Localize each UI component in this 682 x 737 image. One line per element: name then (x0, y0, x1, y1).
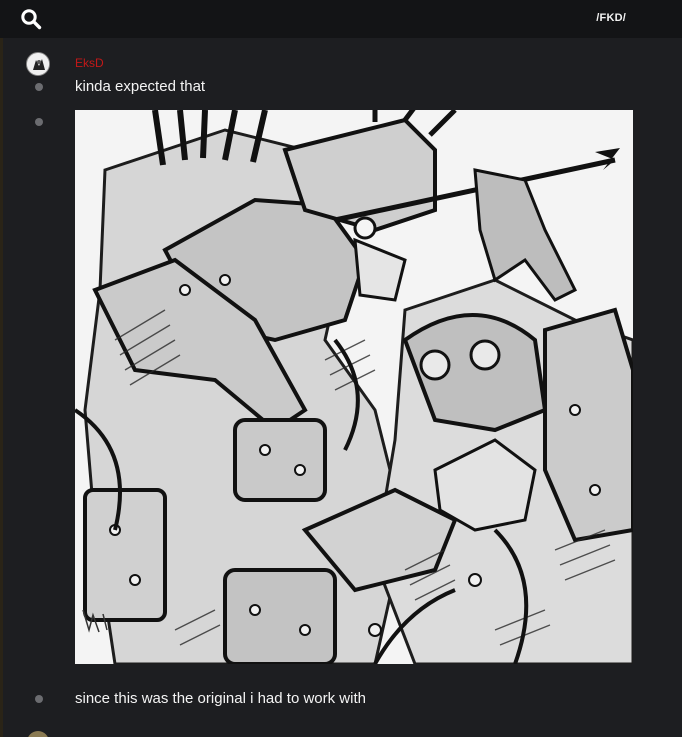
author-name[interactable]: EksD (75, 56, 104, 70)
top-bar: /FKD/ (0, 0, 682, 38)
message-bullet (35, 695, 43, 703)
chat-screen: /FKD/ EksD kinda expected that since thi… (0, 0, 682, 737)
message-bullet (35, 83, 43, 91)
channel-link[interactable]: /FKD/ (596, 12, 626, 24)
message-text: since this was the original i had to wor… (75, 690, 366, 707)
message-text: kinda expected that (75, 78, 206, 95)
search-icon[interactable] (20, 8, 42, 30)
avatar[interactable] (26, 52, 50, 76)
sketch-artwork-drawing (75, 110, 633, 664)
sketch-artwork[interactable] (75, 110, 633, 664)
message-bullet (35, 118, 43, 126)
